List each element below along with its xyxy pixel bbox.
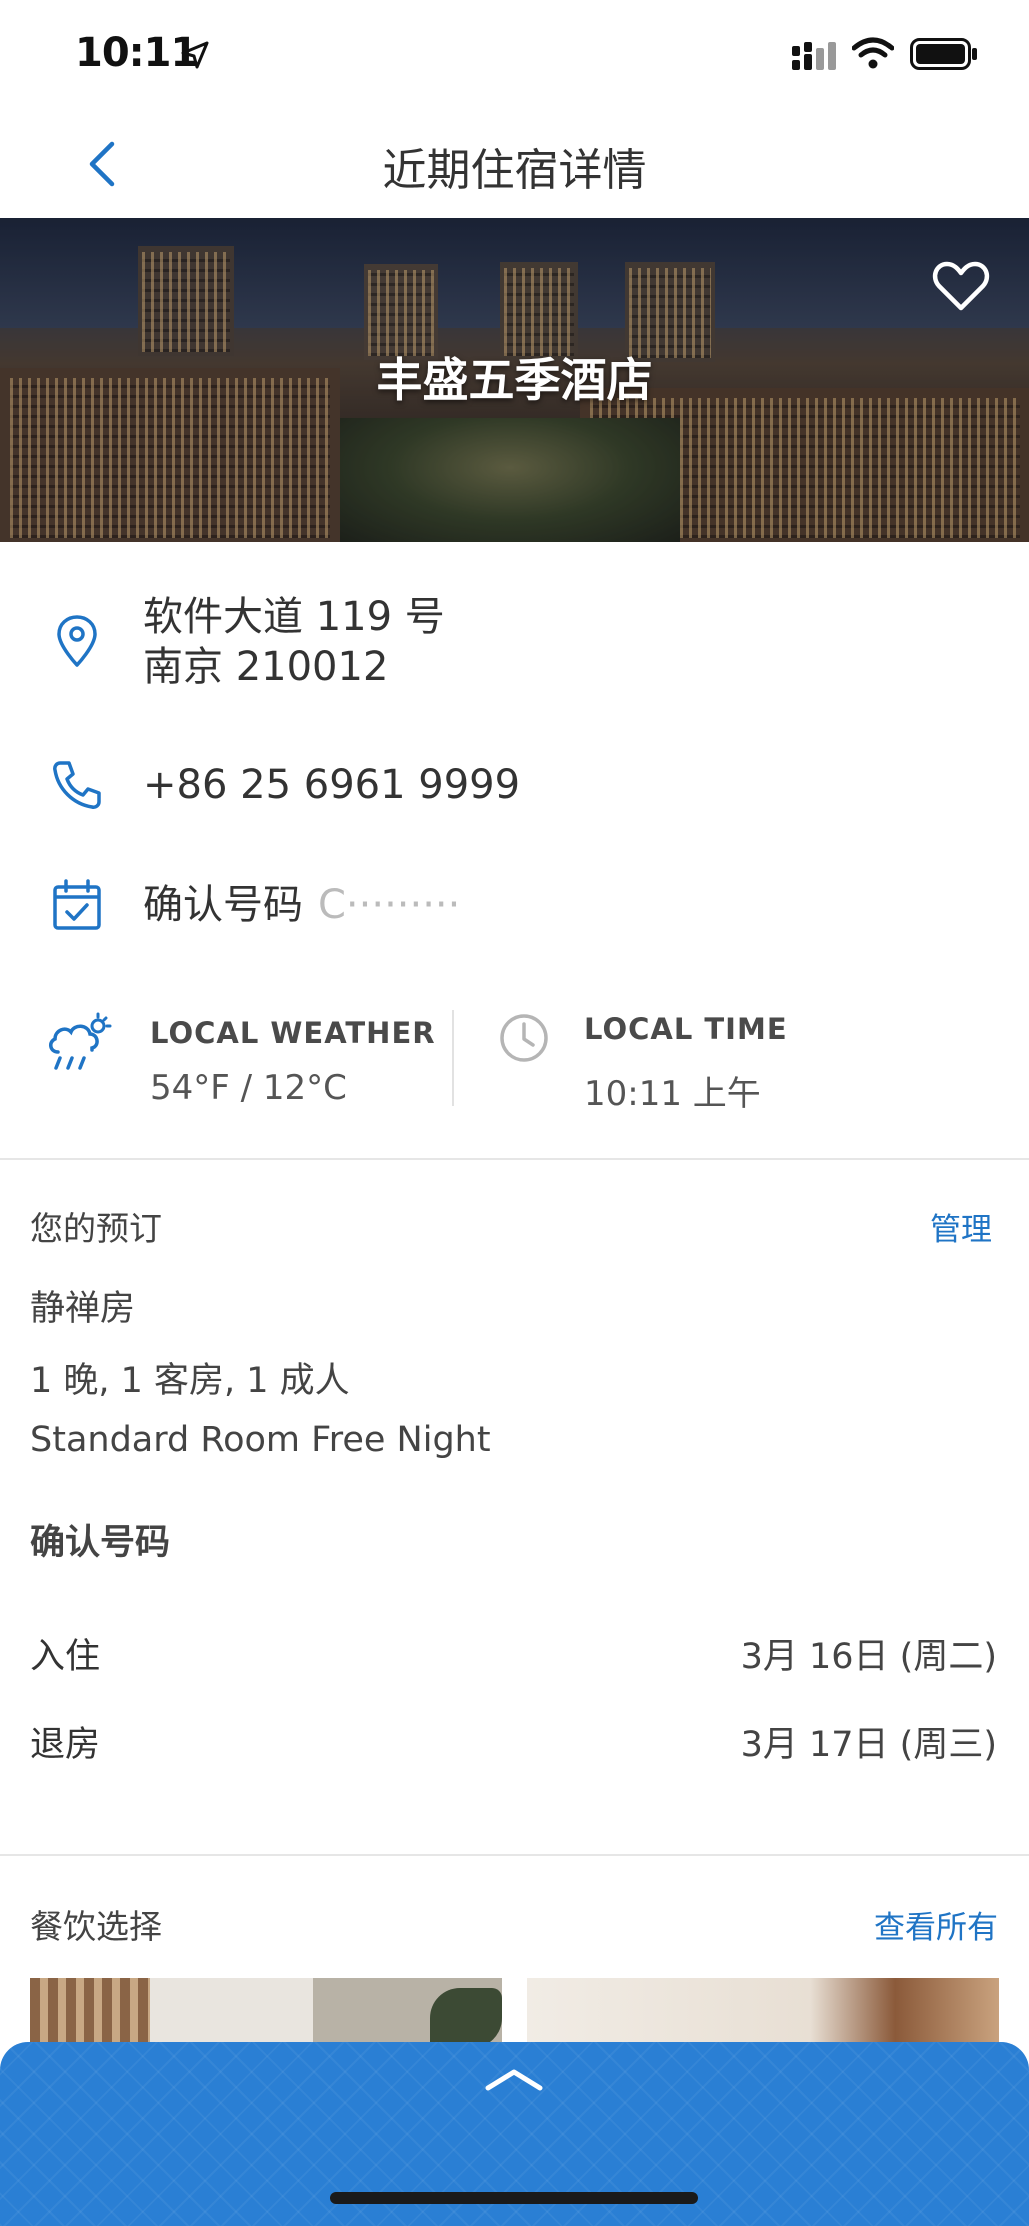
local-time: LOCAL TIME 10:11 上午 bbox=[456, 990, 1029, 1140]
page-title: 近期住宿详情 bbox=[382, 145, 647, 196]
address-line-2: 南京 210012 bbox=[143, 644, 389, 690]
chevron-up-icon[interactable] bbox=[484, 2064, 544, 2094]
calendar-check-icon bbox=[53, 879, 101, 930]
address-row[interactable]: 软件大道 119 号 南京 210012 bbox=[0, 592, 1029, 702]
rate-name: Standard Room Free Night bbox=[30, 1420, 491, 1460]
battery-icon bbox=[910, 38, 977, 70]
dining-section-title: 餐饮选择 bbox=[30, 1907, 162, 1946]
status-time: 10:11 bbox=[75, 30, 198, 76]
local-weather-value: 54°F / 12°C bbox=[150, 1068, 347, 1108]
confirmation-label: 确认号码 bbox=[143, 882, 303, 928]
stay-summary: 1 晚, 1 客房, 1 成人 bbox=[30, 1361, 350, 1401]
phone-icon bbox=[53, 761, 101, 809]
checkout-label: 退房 bbox=[30, 1725, 101, 1765]
local-weather: LOCAL WEATHER 54°F / 12°C bbox=[0, 990, 452, 1140]
hotel-hero-image: 丰盛五季酒店 bbox=[0, 218, 1029, 542]
address-line-1: 软件大道 119 号 bbox=[143, 594, 445, 640]
weather-icon bbox=[49, 1012, 112, 1070]
hotel-name: 丰盛五季酒店 bbox=[376, 353, 653, 407]
signal-icon bbox=[792, 42, 836, 70]
confirmation-number: C········· bbox=[318, 882, 461, 928]
home-indicator[interactable] bbox=[330, 2192, 698, 2204]
status-bar: 10:11 bbox=[0, 0, 1029, 110]
checkout-date: 3月 17日 (周三) bbox=[740, 1725, 997, 1765]
view-all-dining-link[interactable]: 查看所有 bbox=[874, 1902, 998, 1947]
manage-booking-link[interactable]: 管理 bbox=[930, 1204, 992, 1249]
dining-image-decor bbox=[430, 1988, 502, 2048]
checkin-date: 3月 16日 (周二) bbox=[740, 1637, 997, 1677]
local-weather-label: LOCAL WEATHER bbox=[150, 1016, 436, 1050]
location-pin-icon bbox=[57, 615, 97, 667]
local-time-label: LOCAL TIME bbox=[584, 1012, 788, 1046]
booking-section-title: 您的预订 bbox=[30, 1209, 162, 1248]
room-type: 静禅房 bbox=[30, 1289, 136, 1329]
phone-number[interactable]: +86 25 6961 9999 bbox=[143, 760, 520, 810]
booking-confirmation-label: 确认号码 bbox=[30, 1523, 171, 1563]
clock-icon bbox=[500, 1014, 548, 1062]
weather-time-divider bbox=[452, 1010, 454, 1106]
confirmation-row: 确认号码 C········· bbox=[0, 872, 1029, 938]
wifi-icon bbox=[852, 37, 894, 69]
local-time-value: 10:11 上午 bbox=[584, 1074, 761, 1114]
navigation-arrow-icon bbox=[181, 41, 209, 69]
section-divider bbox=[0, 1158, 1029, 1160]
heart-icon[interactable] bbox=[932, 260, 990, 312]
phone-row[interactable]: +86 25 6961 9999 bbox=[0, 752, 1029, 818]
checkin-label: 入住 bbox=[30, 1637, 101, 1677]
section-divider bbox=[0, 1854, 1029, 1856]
navigation-bar: 近期住宿详情 bbox=[0, 110, 1029, 218]
